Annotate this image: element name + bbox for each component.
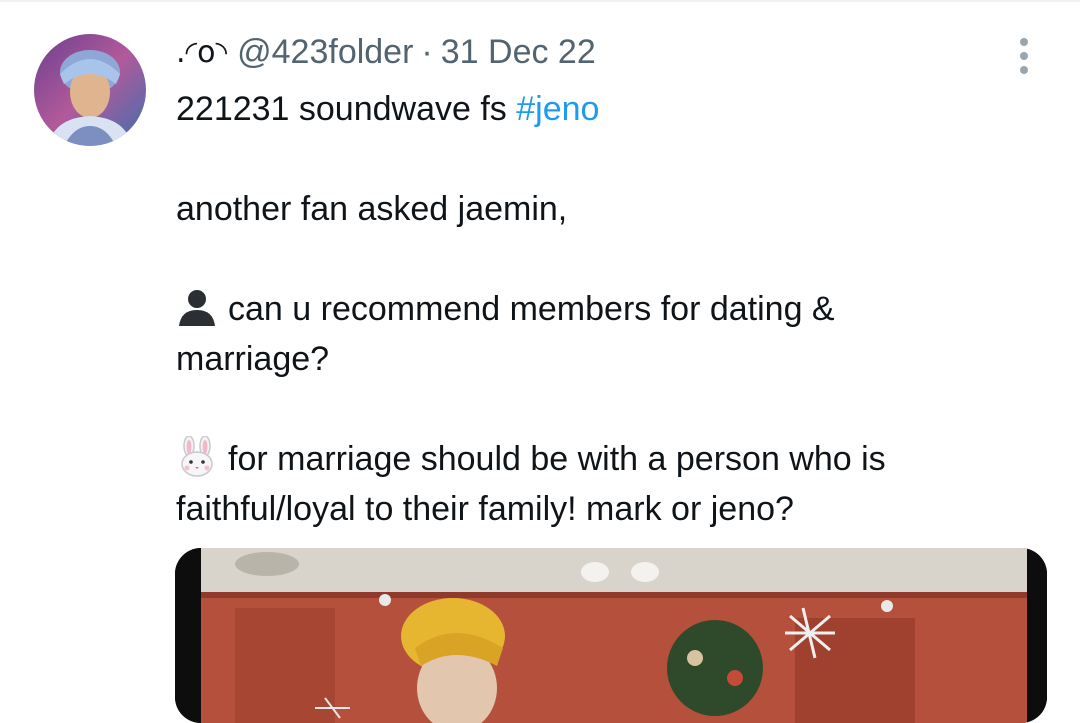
tweet-line-4: marriage? [176,340,330,378]
tweet-line-1: 221231 soundwave fs #jeno [176,84,1036,134]
tweet-line-3: can u recommend members for dating & [176,284,1036,334]
tweet-line-3-text: can u recommend members for dating & [228,290,835,328]
bust-in-silhouette-icon [176,286,218,328]
display-name[interactable]: .◜o◝ [176,35,227,70]
tweet-line-2: another fan asked jaemin, [176,190,568,228]
tweet-line-1-text: 221231 soundwave fs [176,90,517,128]
tweet-date[interactable]: 31 Dec 22 [441,33,596,72]
username-handle[interactable]: @423folder [237,33,413,72]
more-vertical-icon[interactable] [1004,34,1044,78]
avatar[interactable] [34,34,146,146]
hashtag-link[interactable]: #jeno [516,90,599,128]
tweet-line-6: faithful/loyal to their family! mark or … [176,490,794,528]
tweet[interactable]: .◜o◝ @423folder · 31 Dec 22 221231 sound… [0,0,1080,723]
tweet-line-5-text: for marriage should be with a person who… [228,440,886,478]
divider [0,0,1080,2]
tweet-text: 221231 soundwave fs #jeno another fan as… [176,84,1036,534]
rabbit-face-icon [176,435,218,478]
separator-dot: · [421,32,433,71]
tweet-line-5: for marriage should be with a person who… [176,434,1036,484]
tweet-media-image[interactable] [175,548,1047,723]
tweet-header: .◜o◝ @423folder · 31 Dec 22 [176,28,596,76]
